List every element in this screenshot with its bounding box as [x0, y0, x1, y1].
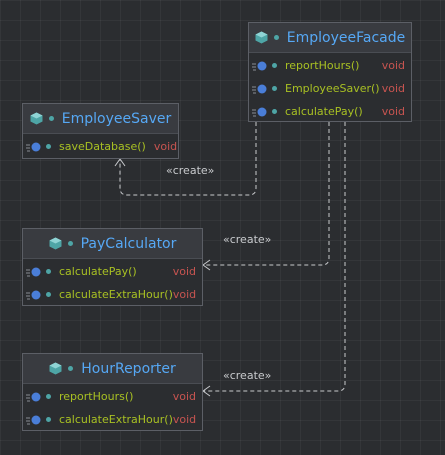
edge-facade-to-reporter — [204, 122, 346, 392]
class-name: EmployeeFacade — [286, 29, 406, 46]
method-row[interactable]: calculateExtraHour() void — [23, 283, 202, 306]
class-pay-calculator[interactable]: PayCalculator calculatePay() void calcul… — [22, 228, 203, 306]
return-type: void — [172, 390, 196, 403]
method-icon — [26, 290, 41, 299]
method-icon — [252, 84, 267, 93]
class-hour-reporter[interactable]: HourReporter reportHours() void calculat… — [22, 353, 203, 431]
class-icon — [255, 31, 268, 44]
return-type: void — [172, 413, 197, 426]
return-type: void — [172, 265, 196, 278]
public-dot-icon — [272, 109, 277, 114]
arrowhead-pay — [202, 259, 211, 271]
create-label-saver: «create» — [166, 164, 215, 177]
class-header: PayCalculator — [23, 229, 202, 259]
public-dot-icon — [68, 366, 74, 371]
create-label-reporter: «create» — [223, 369, 272, 382]
method-name: calculateExtraHour() — [59, 413, 173, 426]
method-name: calculatePay() — [285, 105, 363, 118]
method-icon — [252, 61, 267, 70]
public-dot-icon — [46, 292, 51, 297]
class-employee-facade[interactable]: EmployeeFacade reportHours() void Employ… — [248, 22, 412, 122]
method-icon — [26, 415, 41, 424]
public-dot-icon — [46, 144, 51, 149]
method-row[interactable]: EmployeeSaver() void — [249, 77, 411, 100]
method-row[interactable]: calculatePay() void — [23, 260, 202, 283]
class-icon — [49, 237, 62, 250]
class-header: EmployeeFacade — [249, 23, 411, 53]
public-dot-icon — [67, 241, 73, 246]
class-name: EmployeeSaver — [61, 110, 172, 127]
class-icon — [49, 362, 62, 375]
class-name: HourReporter — [81, 360, 176, 377]
method-name: reportHours() — [59, 390, 134, 403]
create-label-pay: «create» — [223, 233, 272, 246]
class-icon — [30, 112, 43, 125]
method-row[interactable]: reportHours() void — [249, 54, 411, 77]
method-row[interactable]: calculatePay() void — [249, 100, 411, 123]
return-type: void — [381, 105, 405, 118]
return-type: void — [172, 288, 197, 301]
method-name: calculateExtraHour() — [59, 288, 173, 301]
method-row[interactable]: reportHours() void — [23, 385, 202, 408]
class-name: PayCalculator — [80, 235, 177, 252]
public-dot-icon — [46, 269, 51, 274]
return-type: void — [381, 59, 405, 72]
public-dot-icon — [46, 394, 51, 399]
method-icon — [252, 107, 267, 116]
public-dot-icon — [273, 35, 279, 40]
method-name: reportHours() — [285, 59, 360, 72]
public-dot-icon — [48, 116, 54, 121]
public-dot-icon — [272, 86, 277, 91]
return-type: void — [381, 82, 405, 95]
method-icon — [26, 267, 41, 276]
public-dot-icon — [272, 63, 277, 68]
method-icon — [26, 142, 41, 151]
public-dot-icon — [46, 417, 51, 422]
method-name: calculatePay() — [59, 265, 137, 278]
method-name: EmployeeSaver() — [285, 82, 380, 95]
return-type: void — [153, 140, 178, 153]
method-icon — [26, 392, 41, 401]
method-name: saveDatabase() — [59, 140, 146, 153]
class-header: EmployeeSaver — [23, 104, 178, 134]
method-row[interactable]: calculateExtraHour() void — [23, 408, 202, 431]
method-row[interactable]: saveDatabase() void — [23, 135, 178, 158]
arrowhead-reporter — [202, 385, 211, 397]
class-employee-saver[interactable]: EmployeeSaver saveDatabase() void — [22, 103, 179, 159]
class-header: HourReporter — [23, 354, 202, 384]
